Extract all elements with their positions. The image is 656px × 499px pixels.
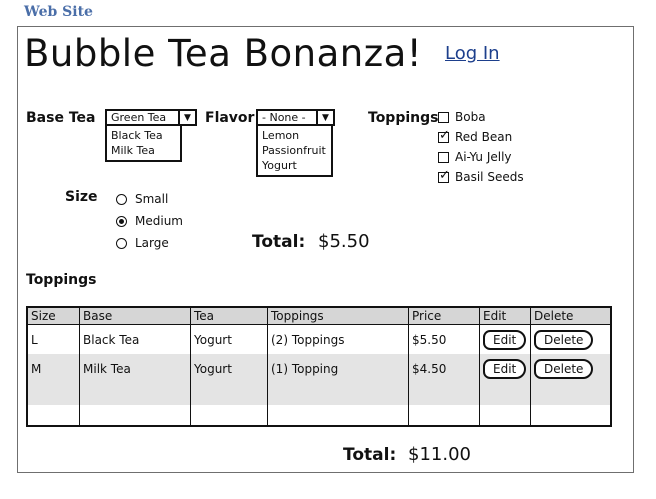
edit-button[interactable]: Edit: [483, 329, 527, 350]
order-section-label: Toppings: [26, 272, 97, 288]
table-row: L Black Tea Yogurt (2) Toppings $5.50 Ed…: [27, 324, 612, 354]
browser-frame: Bubble Tea Bonanza! Log In Base Tea Gree…: [17, 26, 634, 473]
flavor-select[interactable]: - None - ▼ Lemon Passionfruit Yogurt: [256, 109, 335, 177]
column-header: Price: [408, 307, 480, 325]
topping-label: Boba: [455, 110, 486, 124]
order-total-value: $11.00: [408, 444, 471, 465]
topping-option-red-bean[interactable]: Red Bean: [438, 127, 524, 147]
flavor-selected: - None -: [262, 111, 306, 124]
flavor-label: Flavor: [205, 110, 255, 126]
checkbox[interactable]: [438, 111, 449, 123]
flavor-dropdown[interactable]: - None - ▼: [256, 109, 335, 126]
column-header: Size: [27, 307, 80, 325]
item-total-value: $5.50: [318, 231, 370, 252]
login-link[interactable]: Log In: [445, 43, 500, 64]
cell-toppings: (1) Topping: [267, 354, 409, 383]
flavor-option[interactable]: Yogurt: [262, 158, 327, 173]
edit-button[interactable]: Edit: [483, 358, 527, 379]
section-caption: Web Site: [24, 4, 93, 20]
topping-option-basil-seeds[interactable]: Basil Seeds: [438, 167, 524, 187]
topping-option-boba[interactable]: Boba: [438, 107, 524, 127]
cell-size: M: [27, 354, 80, 383]
checkbox-checked[interactable]: [438, 128, 450, 143]
base-tea-select[interactable]: Green Tea ▼ Black Tea Milk Tea: [105, 109, 197, 162]
size-option-label: Small: [135, 192, 169, 206]
topping-label: Basil Seeds: [455, 170, 524, 184]
checkbox[interactable]: [438, 151, 449, 163]
chevron-down-icon[interactable]: ▼: [316, 111, 333, 124]
base-tea-options: Black Tea Milk Tea: [105, 126, 182, 162]
table-row-empty: [27, 383, 612, 405]
column-header: Toppings: [267, 307, 409, 325]
cell-tea: Yogurt: [190, 324, 268, 354]
delete-button[interactable]: Delete: [534, 329, 594, 350]
column-header: Base: [79, 307, 191, 325]
base-tea-dropdown[interactable]: Green Tea ▼: [105, 109, 197, 126]
size-option-label: Medium: [135, 214, 183, 228]
flavor-option[interactable]: Lemon: [262, 128, 327, 143]
cell-price: $5.50: [408, 324, 480, 354]
radio-button[interactable]: [116, 193, 127, 205]
base-tea-label: Base Tea: [26, 110, 96, 126]
toppings-list: Boba Red Bean Ai-Yu Jelly Basil Seeds: [438, 107, 524, 187]
base-tea-option[interactable]: Milk Tea: [111, 143, 176, 158]
order-table: Size Base Tea Toppings Price Edit Delete…: [26, 306, 612, 427]
column-header: Edit: [479, 307, 531, 325]
cell-tea: Yogurt: [190, 354, 268, 383]
column-header: Delete: [530, 307, 612, 325]
topping-label: Ai-Yu Jelly: [455, 150, 512, 164]
radio-button[interactable]: [116, 237, 127, 249]
topping-option-ai-yu-jelly[interactable]: Ai-Yu Jelly: [438, 147, 524, 167]
table-header-row: Size Base Tea Toppings Price Edit Delete: [27, 307, 612, 325]
size-option-small[interactable]: Small: [116, 188, 183, 210]
toppings-label: Toppings: [368, 110, 439, 126]
radio-button-selected[interactable]: [116, 215, 127, 227]
table-row-empty: [27, 405, 612, 426]
size-radio-group: Small Medium Large: [116, 188, 183, 254]
flavor-option[interactable]: Passionfruit: [262, 143, 327, 158]
cell-base: Black Tea: [79, 324, 191, 354]
flavor-options: Lemon Passionfruit Yogurt: [256, 126, 333, 177]
cell-price: $4.50: [408, 354, 480, 383]
order-total-label: Total:: [343, 445, 397, 465]
size-option-medium[interactable]: Medium: [116, 210, 183, 232]
topping-label: Red Bean: [455, 130, 513, 144]
cell-toppings: (2) Toppings: [267, 324, 409, 354]
size-option-label: Large: [135, 236, 169, 250]
item-total-label: Total:: [252, 232, 306, 252]
cell-size: L: [27, 324, 80, 354]
checkbox-checked[interactable]: [438, 168, 450, 183]
column-header: Tea: [190, 307, 268, 325]
base-tea-selected: Green Tea: [111, 111, 167, 124]
cell-base: Milk Tea: [79, 354, 191, 383]
size-label: Size: [65, 189, 98, 205]
page-title: Bubble Tea Bonanza!: [24, 32, 423, 75]
base-tea-option[interactable]: Black Tea: [111, 128, 176, 143]
chevron-down-icon[interactable]: ▼: [178, 111, 195, 124]
size-option-large[interactable]: Large: [116, 232, 183, 254]
table-row: M Milk Tea Yogurt (1) Topping $4.50 Edit…: [27, 354, 612, 383]
delete-button[interactable]: Delete: [534, 358, 594, 379]
